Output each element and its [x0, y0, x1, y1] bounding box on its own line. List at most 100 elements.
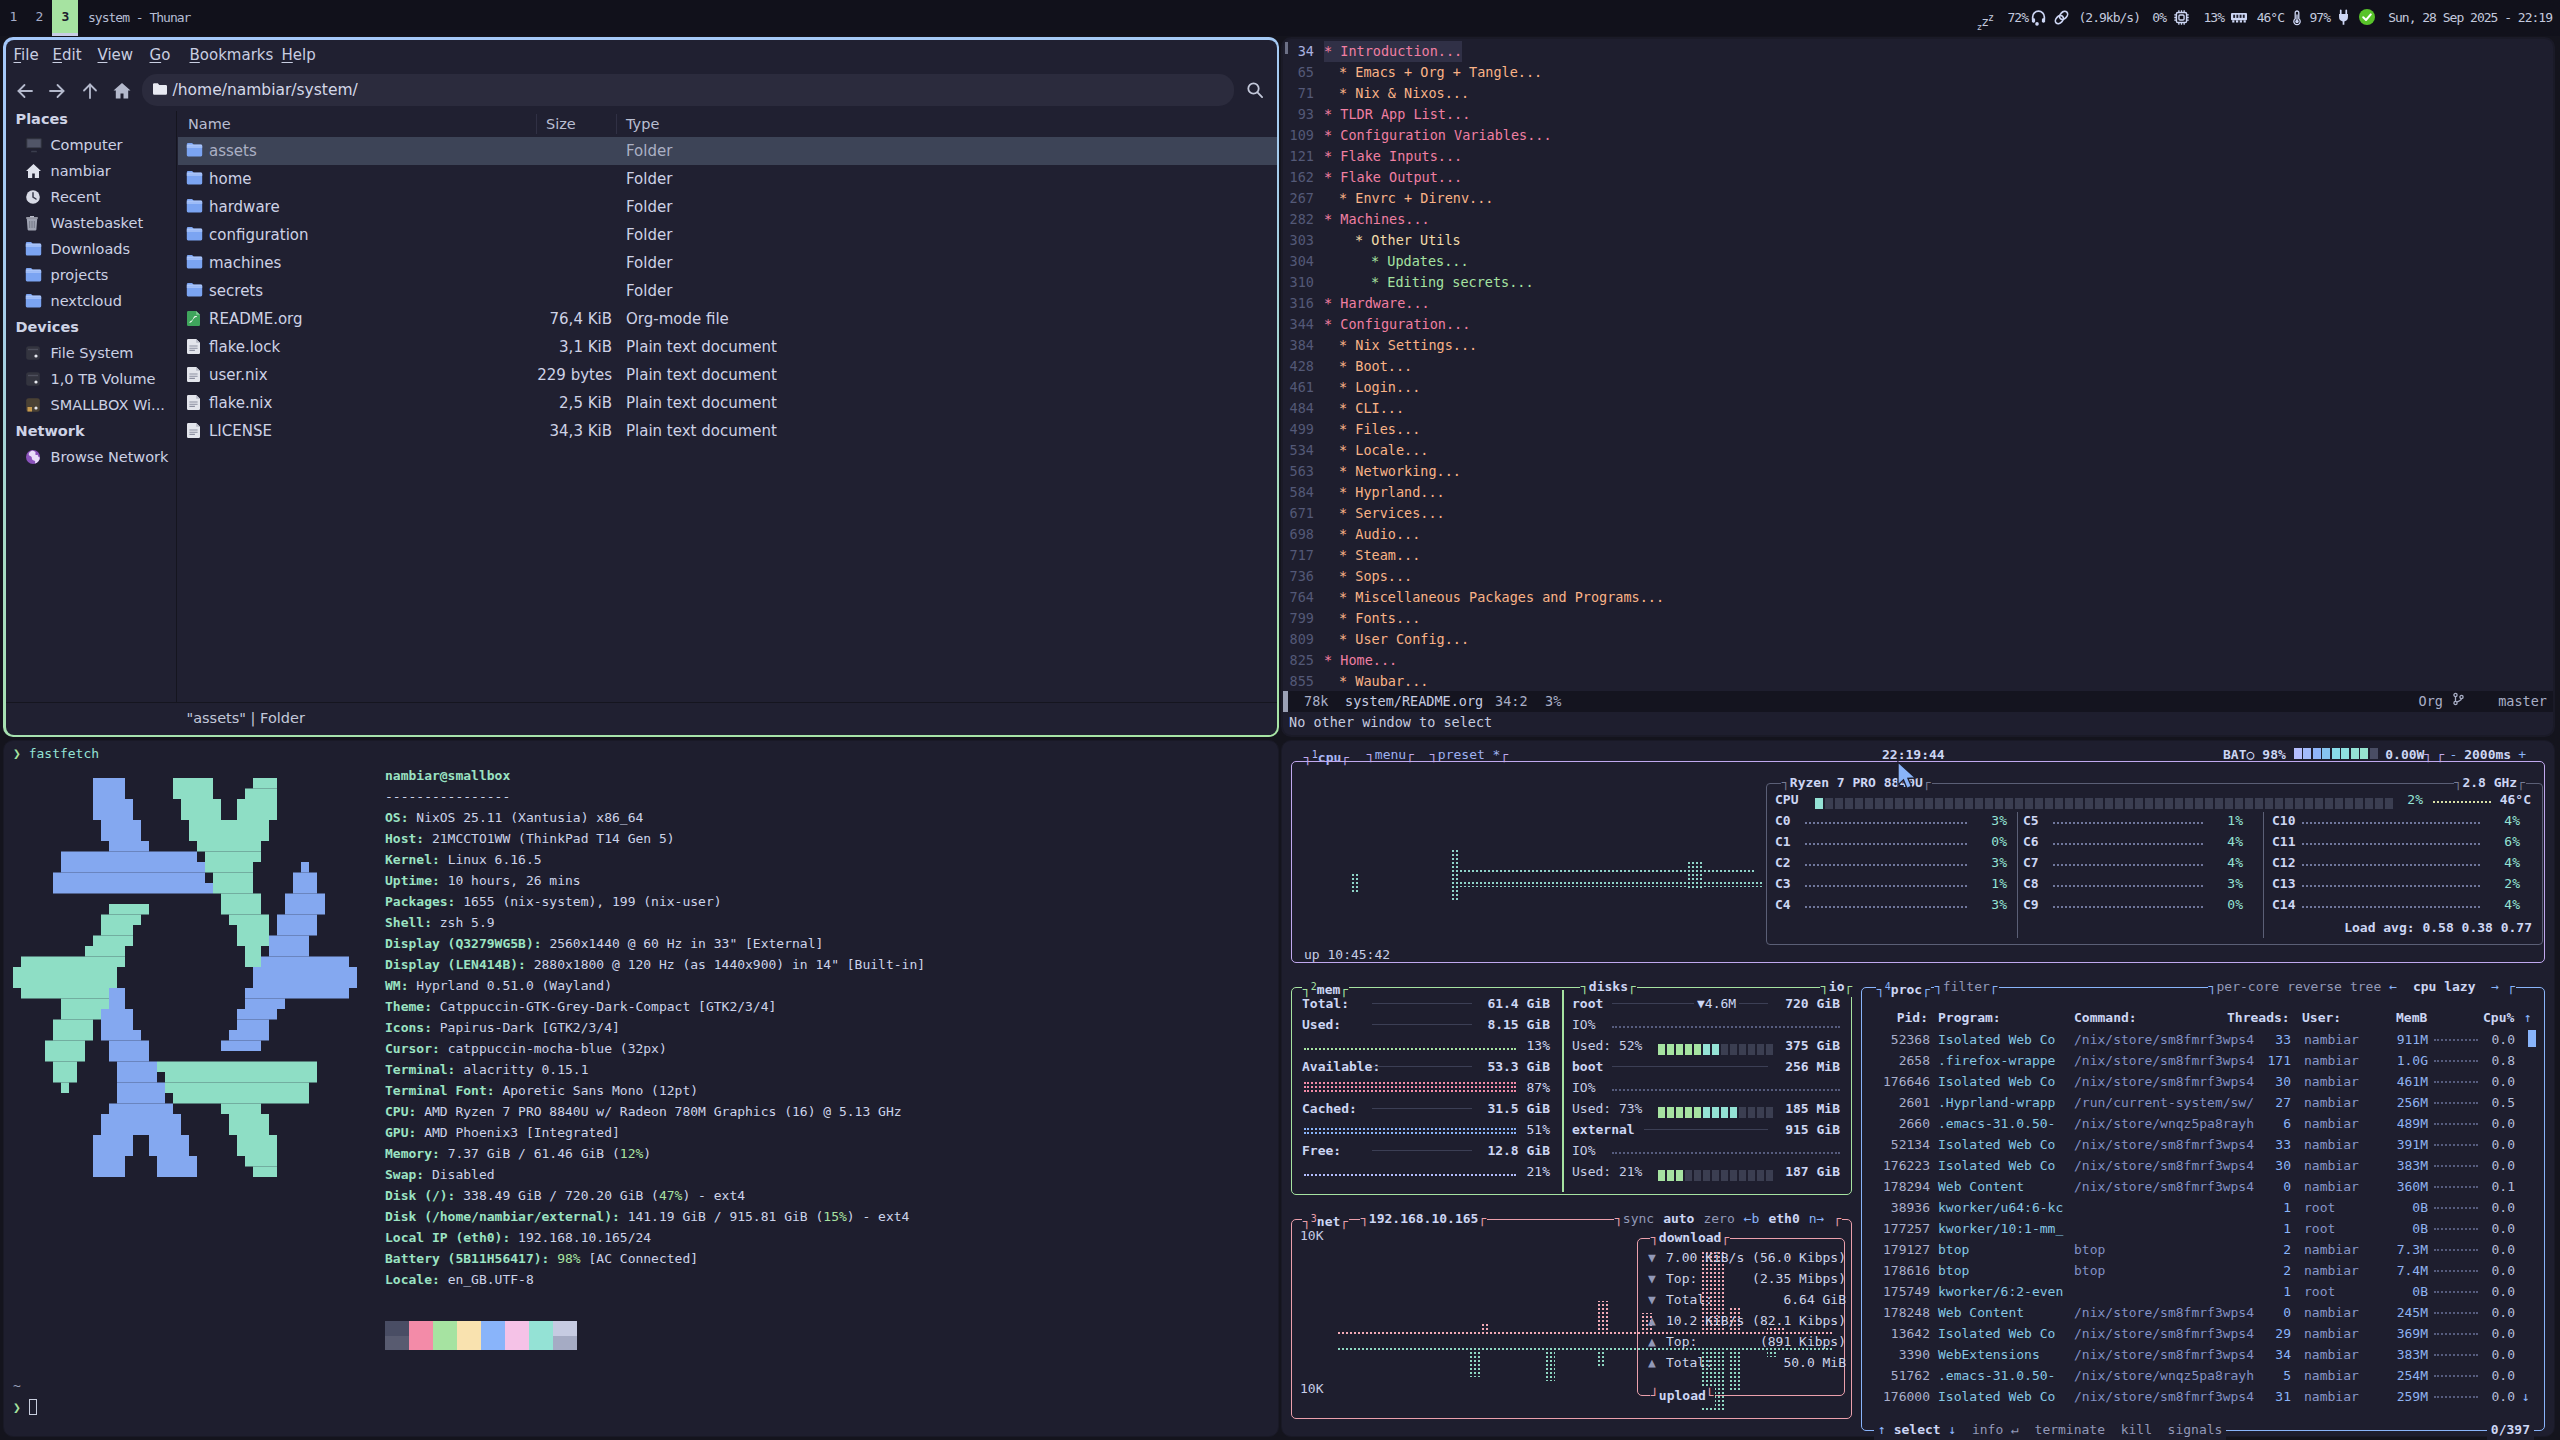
column-header-name[interactable]: Name: [188, 111, 231, 137]
org-heading-line[interactable]: 162* Flake Output...: [1283, 167, 2553, 188]
process-row[interactable]: 51762.emacs-31.0.50-/nix/store/wnqz5pa8r…: [1862, 1365, 2544, 1386]
org-heading-line[interactable]: 109* Configuration Variables...: [1283, 125, 2553, 146]
search-button[interactable]: [1237, 74, 1273, 106]
process-row[interactable]: 178294Web Content/nix/store/sm8fmrf3wps4…: [1862, 1176, 2544, 1197]
org-heading-line[interactable]: 34* Introduction...: [1283, 41, 2553, 62]
process-row[interactable]: 176646Isolated Web Co/nix/store/sm8fmrf3…: [1862, 1071, 2544, 1092]
scroll-down-icon[interactable]: ↓: [2522, 1386, 2530, 1407]
org-heading-line[interactable]: 584* Hyprland...: [1283, 482, 2553, 503]
path-text[interactable]: /home/nambiar/system/: [173, 81, 358, 99]
up-button[interactable]: [76, 73, 104, 109]
sidebar-item-browse-network[interactable]: Browse Network: [6, 444, 176, 470]
forward-button[interactable]: [43, 73, 71, 109]
sidebar-item-nextcloud[interactable]: nextcloud: [6, 288, 176, 314]
clock-module[interactable]: Sun, 28 Sep 2025 - 22:19: [2388, 0, 2552, 36]
menu-view[interactable]: View: [98, 40, 134, 70]
sidebar-item-projects[interactable]: projects: [6, 262, 176, 288]
workspace-button-1[interactable]: 1: [0, 0, 26, 36]
org-heading-line[interactable]: 809* User Config...: [1283, 629, 2553, 650]
menu-edit[interactable]: Edit: [53, 40, 82, 70]
memory-module[interactable]: 13%: [2204, 0, 2224, 36]
net-options[interactable]: syncautozero←beth0n→: [1614, 1209, 1842, 1229]
org-heading-line[interactable]: 384* Nix Settings...: [1283, 335, 2553, 356]
org-heading-line[interactable]: 303* Other Utils: [1283, 230, 2553, 251]
org-heading-line[interactable]: 304* Updates...: [1283, 251, 2553, 272]
proc-options[interactable]: per-corereversetree← cpu lazy →: [2208, 977, 2516, 997]
org-heading-line[interactable]: 764* Miscellaneous Packages and Programs…: [1283, 587, 2553, 608]
org-heading-line[interactable]: 71* Nix & Nixos...: [1283, 83, 2553, 104]
org-heading-line[interactable]: 310* Editing secrets...: [1283, 272, 2553, 293]
sidebar-item-wastebasket[interactable]: Wastebasket: [6, 210, 176, 236]
proc-footer[interactable]: ↑ select ↓ info ↵ terminate kill signals: [1874, 1419, 2226, 1440]
org-heading-line[interactable]: 65* Emacs + Org + Tangle...: [1283, 62, 2553, 83]
process-row[interactable]: 13642Isolated Web Co/nix/store/sm8fmrf3w…: [1862, 1323, 2544, 1344]
sidebar-item-1-0-tb-volume[interactable]: 1,0 TB Volume: [6, 366, 176, 392]
pathbar[interactable]: /home/nambiar/system/: [142, 74, 1234, 106]
org-heading-line[interactable]: 267* Envrc + Direnv...: [1283, 188, 2553, 209]
workspace-button-2[interactable]: 2: [26, 0, 52, 36]
org-heading-line[interactable]: 671* Services...: [1283, 503, 2553, 524]
file-row-secrets[interactable]: secretsFolder: [178, 277, 1277, 305]
org-heading-line[interactable]: 282* Machines...: [1283, 209, 2553, 230]
workspace-button-3[interactable]: 3: [52, 0, 78, 36]
menu-bookmarks[interactable]: Bookmarks: [190, 40, 274, 70]
menu-help[interactable]: Help: [282, 40, 316, 70]
org-heading-line[interactable]: 484* CLI...: [1283, 398, 2553, 419]
sidebar-item-nambiar[interactable]: nambiar: [6, 158, 176, 184]
home-button[interactable]: [108, 73, 136, 109]
org-heading-line[interactable]: 93* TLDR App List...: [1283, 104, 2553, 125]
org-heading-line[interactable]: 799* Fonts...: [1283, 608, 2553, 629]
file-row-assets[interactable]: assetsFolder: [178, 137, 1277, 165]
process-row[interactable]: 178616btopbtop2nambiar7.4M0.0: [1862, 1260, 2544, 1281]
scroll-up-icon[interactable]: ↑: [2524, 1007, 2532, 1028]
process-row[interactable]: 176000Isolated Web Co/nix/store/sm8fmrf3…: [1862, 1386, 2544, 1407]
org-heading-line[interactable]: 534* Locale...: [1283, 440, 2553, 461]
battery-module[interactable]: 97%: [2310, 0, 2330, 36]
org-heading-line[interactable]: 825* Home...: [1283, 650, 2553, 671]
sidebar-item-file-system[interactable]: File System: [6, 340, 176, 366]
file-row-machines[interactable]: machinesFolder: [178, 249, 1277, 277]
process-row[interactable]: 2601.Hyprland-wrapp/run/current-system/s…: [1862, 1092, 2544, 1113]
file-row-flake-nix[interactable]: flake.nix2,5 KiBPlain text document: [178, 389, 1277, 417]
file-row-hardware[interactable]: hardwareFolder: [178, 193, 1277, 221]
network-speed[interactable]: (2.9kb/s): [2079, 0, 2140, 36]
file-row-home[interactable]: homeFolder: [178, 165, 1277, 193]
process-row[interactable]: 177257kworker/10:1-mm_1root0B0.0: [1862, 1218, 2544, 1239]
cpu-module[interactable]: 0%: [2152, 0, 2166, 36]
process-row[interactable]: 2660.emacs-31.0.50-/nix/store/wnqz5pa8ra…: [1862, 1113, 2544, 1134]
sidebar-item-downloads[interactable]: Downloads: [6, 236, 176, 262]
menu-file[interactable]: File: [14, 40, 39, 70]
org-heading-line[interactable]: 428* Boot...: [1283, 356, 2553, 377]
menu-go[interactable]: Go: [150, 40, 171, 70]
org-heading-line[interactable]: 855* Waubar...: [1283, 671, 2553, 692]
process-row[interactable]: 2658.firefox-wrappe/nix/store/sm8fmrf3wp…: [1862, 1050, 2544, 1071]
process-row[interactable]: 176223Isolated Web Co/nix/store/sm8fmrf3…: [1862, 1155, 2544, 1176]
org-heading-line[interactable]: 698* Audio...: [1283, 524, 2553, 545]
process-row[interactable]: 52368Isolated Web Co/nix/store/sm8fmrf3w…: [1862, 1029, 2544, 1050]
org-heading-line[interactable]: 344* Configuration...: [1283, 314, 2553, 335]
process-row[interactable]: 52134Isolated Web Co/nix/store/sm8fmrf3w…: [1862, 1134, 2544, 1155]
process-row[interactable]: 178248Web Content/nix/store/sm8fmrf3wps4…: [1862, 1302, 2544, 1323]
org-heading-line[interactable]: 121* Flake Inputs...: [1283, 146, 2553, 167]
file-row-configuration[interactable]: configurationFolder: [178, 221, 1277, 249]
org-heading-line[interactable]: 461* Login...: [1283, 377, 2553, 398]
proc-filter[interactable]: filter: [1934, 977, 1999, 997]
column-header-type[interactable]: Type: [626, 111, 659, 137]
process-row[interactable]: 3390WebExtensions/nix/store/sm8fmrf3wps4…: [1862, 1344, 2544, 1365]
process-row[interactable]: 179127btopbtop2nambiar7.3M0.0: [1862, 1239, 2544, 1260]
volume-module[interactable]: 72%: [2008, 0, 2028, 36]
sidebar-item-computer[interactable]: Computer: [6, 132, 176, 158]
back-button[interactable]: [11, 73, 39, 109]
file-row-readme-org[interactable]: README.org76,4 KiBOrg-mode file: [178, 305, 1277, 333]
file-row-flake-lock[interactable]: flake.lock3,1 KiBPlain text document: [178, 333, 1277, 361]
status-check-icon[interactable]: [2358, 0, 2376, 36]
org-heading-line[interactable]: 499* Files...: [1283, 419, 2553, 440]
shell-prompt-cursor-line[interactable]: ❯: [13, 1397, 37, 1418]
sidebar-item-recent[interactable]: Recent: [6, 184, 176, 210]
file-row-license[interactable]: LICENSE34,3 KiBPlain text document: [178, 417, 1277, 445]
column-header-size[interactable]: Size: [546, 111, 576, 137]
org-heading-line[interactable]: 736* Sops...: [1283, 566, 2553, 587]
org-heading-line[interactable]: 717* Steam...: [1283, 545, 2553, 566]
sidebar-item-smallbox-wi-[interactable]: SMALLBOX Wi...: [6, 392, 176, 418]
process-row[interactable]: 175749kworker/6:2-even1root0B0.0: [1862, 1281, 2544, 1302]
